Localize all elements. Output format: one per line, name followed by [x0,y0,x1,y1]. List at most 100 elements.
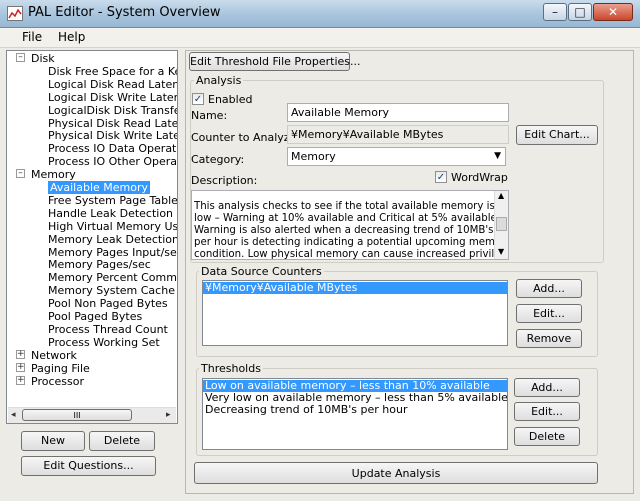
tree-item-label: High Virtual Memory Usage [48,219,178,233]
menu-bar: File Help [0,28,640,48]
description-scrollbar[interactable]: ▲ ▼ [494,191,508,259]
enabled-checkbox[interactable]: ✓ [192,93,204,105]
tree-item[interactable]: Logical Disk Read Latency [48,77,178,91]
tree-item[interactable]: Process Thread Count [48,323,168,336]
description-text: This analysis checks to see if the total… [194,201,509,260]
description-line: per hour is detecting indicating a poten… [194,237,509,248]
menu-file[interactable]: File [18,30,46,44]
th-edit-button[interactable]: Edit... [514,402,580,421]
category-select[interactable]: Memory ▼ [287,147,506,166]
description-line: low – Warning at 10% available and Criti… [194,213,509,224]
tree-item[interactable]: Logical Disk Write Latency [48,91,177,104]
scroll-right-icon[interactable]: ▸ [166,410,171,420]
tree-item-label: Disk Free Space for a Kern [48,64,177,78]
data-source-label: Data Source Counters [199,265,324,278]
tree-item[interactable]: Disk Free Space for a Kern [48,64,177,78]
thresholds-list[interactable]: Low on available memory – less than 10% … [202,378,508,450]
tree-item-label: Process Working Set [48,335,160,349]
description-line: condition. Low physical memory can cause… [194,249,509,260]
delete-button[interactable]: Delete [89,431,155,451]
analysis-label: Analysis [194,74,244,87]
edit-threshold-file-button[interactable]: Edit Threshold File Properties... [189,52,361,71]
tree-item[interactable]: Pool Non Paged Bytes [48,297,168,310]
tree-item-label: Memory System Cache Re [48,284,178,298]
category-label: Category: [191,153,245,166]
tree-item[interactable]: Pool Paged Bytes [48,310,142,323]
maximize-icon[interactable]: □ [568,3,592,21]
tree-item-label: Memory Pages Input/sec [48,245,178,259]
wordwrap-checkbox[interactable]: ✓ [435,171,447,183]
tree-item-label: Memory Leak Detection [48,232,178,246]
description-textarea[interactable]: This analysis checks to see if the total… [191,190,509,260]
tree-item[interactable]: Memory Pages/sec [48,258,151,271]
scroll-left-icon[interactable]: ◂ [11,410,16,420]
menu-help[interactable]: Help [54,30,89,44]
tree-item-label: Handle Leak Detection [48,206,174,220]
tree-item-label: LogicalDisk Disk Transfers [48,103,178,117]
tree-item[interactable]: Free System Page Table E [48,193,178,207]
tree-item[interactable]: Memory Percent Committe [48,271,177,285]
tree-item-label: Available Memory [48,181,151,194]
tree-item[interactable]: LogicalDisk Disk Transfers [48,103,178,117]
plus-icon[interactable]: + [16,349,25,359]
tree-item-label: Physical Disk Read Latenc [48,116,178,130]
plus-icon[interactable]: + [16,375,25,385]
tree-item-label: Process IO Other Operation [48,155,178,169]
scroll-down-icon[interactable]: ▼ [498,247,504,256]
thresholds-label: Thresholds [199,362,263,375]
tree-item[interactable]: Memory System Cache Re [48,284,178,298]
tree-horizontal-scrollbar[interactable]: ◂ III ▸ [8,407,176,423]
edit-chart-button[interactable]: Edit Chart... [516,125,598,145]
tree-item[interactable]: Process IO Other Operation [48,155,178,169]
tree-item[interactable]: Physical Disk Read Latenc [48,116,178,130]
ds-add-button[interactable]: Add... [516,279,582,298]
tree-item[interactable]: Handle Leak Detection [48,207,173,220]
counter-label: Counter to Analyze: [191,131,301,144]
close-icon[interactable]: ✕ [593,3,633,21]
data-source-list[interactable]: ¥Memory¥Available MBytes [202,280,508,346]
tree-item[interactable]: Memory Pages Input/sec [48,245,178,259]
tree-item[interactable]: Available Memory [48,181,151,194]
tree-item[interactable]: Process Working Set [48,336,160,349]
minus-icon[interactable]: – [16,53,25,62]
tree-group-label: Processor [31,374,84,388]
minimize-icon[interactable]: – [543,3,567,21]
tree-item-label: Memory Percent Committe [48,271,177,285]
chevron-down-icon[interactable]: ▼ [494,151,501,161]
wordwrap-label: WordWrap [451,171,508,184]
tree-item-label: Process Thread Count [48,322,168,336]
ds-edit-button[interactable]: Edit... [516,304,582,323]
app-chart-icon [7,6,23,21]
tree-group-label: Disk [31,52,55,65]
new-button[interactable]: New [21,431,85,451]
update-analysis-button[interactable]: Update Analysis [194,462,598,484]
tree-group-label: Paging File [31,361,90,375]
tree-item[interactable]: Physical Disk Write Latenc [48,129,177,143]
minus-icon[interactable]: – [16,169,25,179]
tree-item[interactable]: Memory Leak Detection [48,232,178,246]
category-value: Memory [291,150,336,163]
tree-item-label: Logical Disk Read Latency [48,77,178,91]
counter-value: ¥Memory¥Available MBytes [287,125,509,144]
scroll-thumb[interactable]: III [22,409,132,421]
tree-item-label: Physical Disk Write Latenc [48,129,177,143]
window-title: PAL Editor - System Overview [28,5,221,20]
name-input[interactable]: Available Memory [287,103,509,122]
analysis-tree[interactable]: ◂ III ▸ –DiskDisk Free Space for a KernL… [6,50,178,424]
list-item[interactable]: ¥Memory¥Available MBytes [203,282,507,294]
th-add-button[interactable]: Add... [514,378,580,397]
title-bar[interactable]: PAL Editor - System Overview – □ ✕ [0,0,640,28]
tree-item[interactable]: Process IO Data Operation [48,142,177,156]
tree-group-label: Memory [31,168,76,182]
name-label: Name: [191,109,228,122]
th-delete-button[interactable]: Delete [514,427,580,446]
tree-item-label: Free System Page Table E [48,193,178,207]
edit-questions-button[interactable]: Edit Questions... [21,456,156,476]
tree-item[interactable]: High Virtual Memory Usage [48,219,178,233]
scroll-up-icon[interactable]: ▲ [498,191,504,200]
description-scroll-thumb[interactable] [496,217,507,231]
list-item[interactable]: Decreasing trend of 10MB's per hour [203,404,507,416]
ds-remove-button[interactable]: Remove [516,329,582,348]
plus-icon[interactable]: + [16,362,25,372]
tree-item-label: Process IO Data Operation [48,142,177,156]
